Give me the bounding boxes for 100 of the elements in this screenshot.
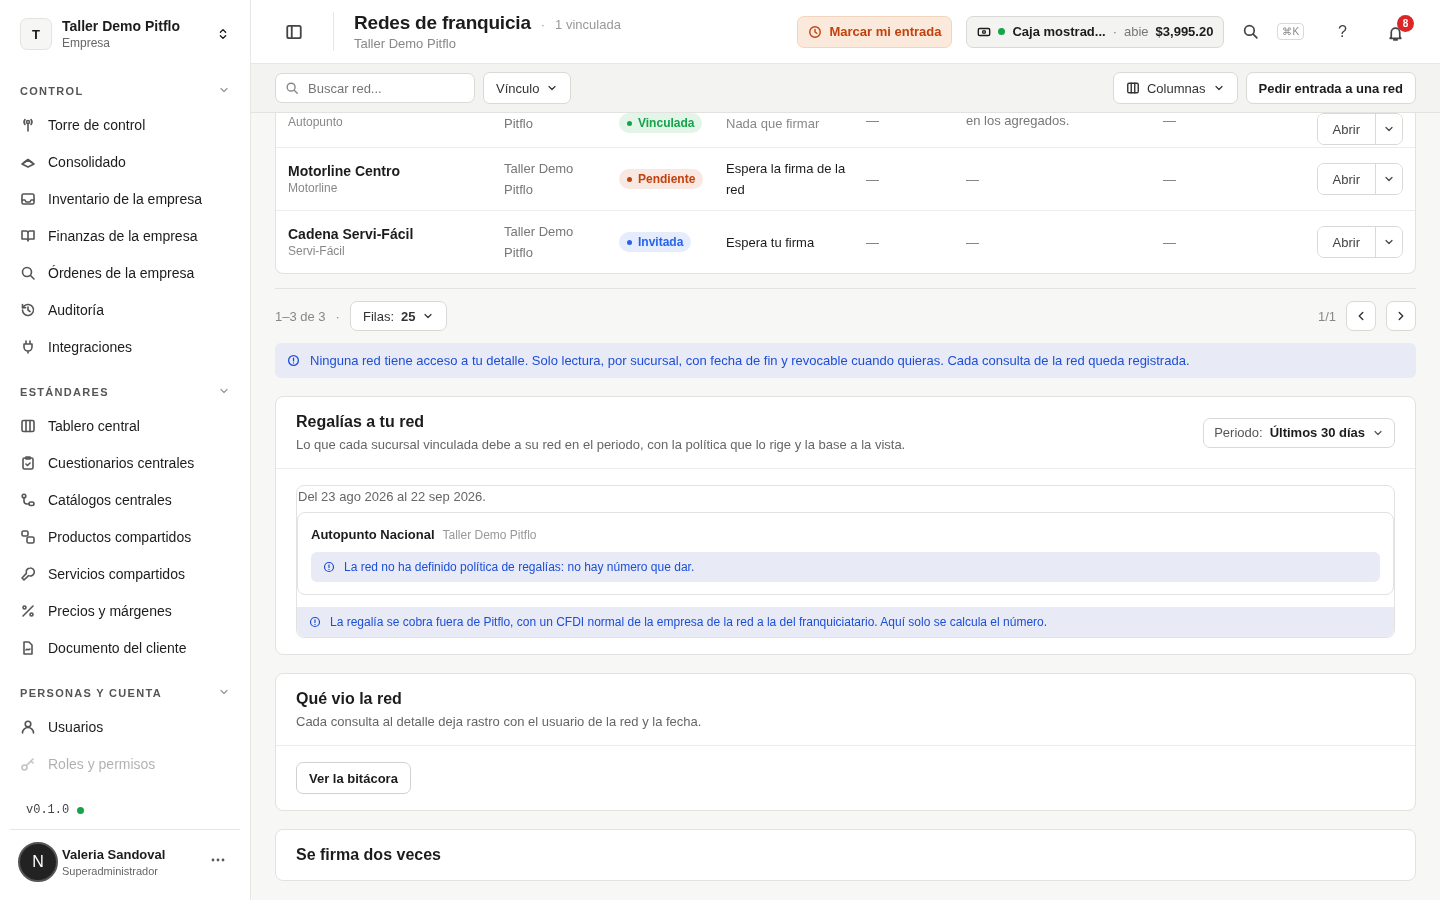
table-cell-text: —: [966, 171, 980, 187]
request-access-button[interactable]: Pedir entrada a una red: [1245, 72, 1416, 104]
table-cell-text: —: [966, 234, 980, 250]
version-label: v0.1.0: [26, 803, 70, 817]
privacy-notice: Ninguna red tiene acceso a tu detalle. Solo lectura, por sucursal, con fecha de fin y revocable cuando quieras. Cada consulta de la red queda registrada.: [310, 353, 1190, 368]
sidebar-item[interactable]: Catálogos centrales: [0, 481, 250, 518]
sidebar-item[interactable]: Auditoría: [0, 291, 250, 328]
table-cell-text: —: [1163, 171, 1177, 187]
signature-cell-text: Nada que firmar: [726, 115, 821, 133]
network-name: Cadena Servi-Fácil: [288, 226, 415, 242]
rows-per-page-dropdown[interactable]: Filas: 25: [349, 301, 448, 331]
inbox-icon: [20, 190, 36, 207]
signature-cell-text: Espera tu firma: [726, 233, 816, 252]
tower-icon: [20, 116, 36, 133]
network-name: Motorline Centro: [288, 163, 401, 179]
sidebar-item[interactable]: Productos compartidos: [0, 518, 250, 555]
clipboard-icon: [20, 454, 36, 471]
page-title: Redes de franquicia: [354, 12, 531, 34]
branch-cell-text: Pitflo: [504, 115, 534, 133]
policy-notice: La red no ha definido política de regalías: no hay número que dar.: [344, 560, 695, 574]
row-range: 1–3 de 3: [275, 308, 326, 324]
table-cell-text: —: [866, 171, 880, 187]
table-cell-text: —: [1163, 234, 1177, 250]
help-button[interactable]: ?: [1332, 21, 1353, 42]
section-heading: CONTROL: [20, 85, 84, 97]
status-badge: Invitada: [619, 232, 692, 252]
columns-icon: [20, 417, 36, 434]
row-menu-button[interactable]: [1375, 164, 1402, 194]
sidebar-item[interactable]: Tablero central: [0, 407, 250, 444]
sidebar-item[interactable]: Inventario de la empresa: [0, 180, 250, 217]
shortcut-hint: ⌘K: [1277, 23, 1305, 40]
user-role: Superadministrador: [62, 865, 159, 877]
notification-count: 8: [1397, 15, 1414, 32]
clock-in-button[interactable]: Marcar mi entrada: [797, 15, 953, 48]
table-cell-text: —: [1163, 113, 1177, 128]
table-cell-text: en los agregados.: [966, 113, 1071, 128]
sidebar-item[interactable]: Servicios compartidos: [0, 555, 250, 592]
separator-dot: ·: [540, 17, 546, 32]
sidebar-item[interactable]: Precios y márgenes: [0, 592, 250, 629]
status-badge: Vinculada: [619, 113, 703, 133]
percent-icon: [20, 602, 36, 619]
table-cell-text: —: [866, 113, 880, 128]
info-icon: [323, 561, 335, 573]
link-filter-dropdown[interactable]: Vínculo: [483, 72, 572, 104]
network-short-name: Autopunto: [288, 115, 344, 129]
sidebar-item[interactable]: Órdenes de la empresa: [0, 254, 250, 291]
company-name: Taller Demo Pitflo: [442, 528, 537, 542]
billing-note: La regalía se cobra fuera de Pitflo, con un CFDI normal de la empresa de la red a la del franquiciatario. Aquí solo se calcula el número.: [330, 615, 1048, 629]
sidebar-item[interactable]: Cuestionarios centrales: [0, 444, 250, 481]
branch-cell-text: Taller Demo Pitflo: [504, 160, 575, 199]
wrench-icon: [20, 565, 36, 582]
date-range: Del 23 ago 2026 al 22 sep 2026.: [297, 488, 487, 506]
network-name: Autopunto Nacional: [311, 527, 435, 542]
clock-icon: [808, 24, 823, 39]
section-title: Qué vio la red: [296, 690, 403, 708]
network-short-name: Servi-Fácil: [288, 244, 346, 258]
search-icon: [1242, 23, 1260, 40]
columns-button[interactable]: Columnas: [1112, 72, 1238, 104]
status-dot: [998, 28, 1006, 35]
search-icon: [20, 264, 36, 281]
status-dot: [77, 806, 85, 814]
columns-icon: [1125, 81, 1140, 95]
view-log-button[interactable]: Ver la bitácora: [296, 762, 411, 794]
section-heading: PERSONAS Y CUENTA: [20, 687, 162, 699]
sidebar-item[interactable]: Integraciones: [0, 328, 250, 365]
key-icon: [20, 755, 36, 772]
page-subtitle: Taller Demo Pitflo: [354, 36, 457, 51]
search-icon: [285, 81, 299, 95]
sidebar-item[interactable]: Documento del cliente: [0, 629, 250, 666]
branch-cell-text: Taller Demo Pitflo: [504, 223, 575, 262]
row-menu-button[interactable]: [1375, 114, 1402, 144]
history-icon: [20, 301, 36, 318]
plug-icon: [20, 338, 36, 355]
previous-page-button[interactable]: [1346, 301, 1376, 331]
section-heading: ESTÁNDARES: [20, 386, 109, 398]
network-short-name: Motorline: [288, 181, 339, 195]
signature-cell-text: Espera la firma de la red: [726, 160, 847, 199]
sidebar-item[interactable]: Consolidado: [0, 143, 250, 180]
cash-register-button[interactable]: Caja mostrad... · abie $3,995.20: [966, 15, 1225, 48]
section-description: Cada consulta al detalle deja rastro con el usuario de la red y la fecha.: [296, 714, 702, 729]
section-title: Regalías a tu red: [296, 413, 426, 431]
book-icon: [20, 227, 36, 244]
sidebar-item[interactable]: Torre de control: [0, 106, 250, 143]
period-dropdown[interactable]: Periodo: Últimos 30 días: [1203, 417, 1395, 448]
search-field[interactable]: Buscar red...: [275, 73, 475, 103]
org-role: Empresa: [62, 36, 112, 50]
document-icon: [20, 639, 36, 656]
boxes-icon: [20, 528, 36, 545]
info-icon: [309, 616, 321, 628]
page-indicator: 1/1: [1317, 308, 1336, 324]
separator-dot: ·: [335, 308, 340, 324]
user-icon: [20, 718, 36, 735]
sidebar-item[interactable]: Finanzas de la empresa: [0, 217, 250, 254]
org-name: Taller Demo Pitflo: [62, 18, 181, 34]
user-avatar: N: [18, 842, 58, 882]
section-description: Lo que cada sucursal vinculada debe a su red en el periodo, con la política que lo rige y la base a la vista.: [296, 437, 907, 452]
sidebar-item[interactable]: Usuarios: [0, 708, 250, 745]
next-page-button[interactable]: [1386, 301, 1416, 331]
notifications-button[interactable]: 8: [1381, 15, 1414, 48]
row-menu-button[interactable]: [1375, 227, 1402, 257]
